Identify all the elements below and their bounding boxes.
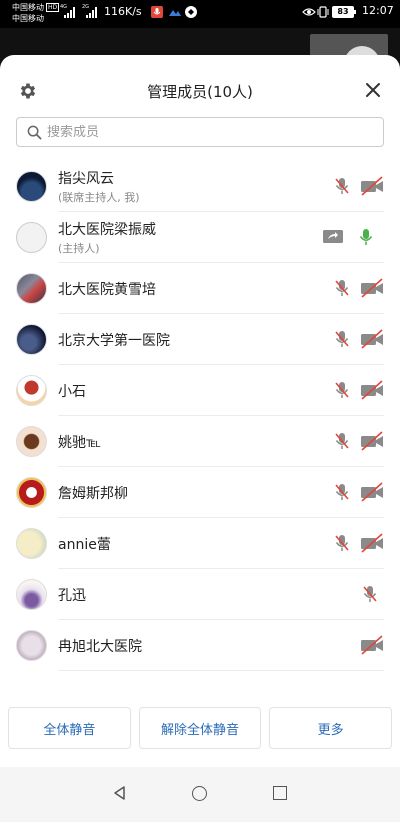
eye-comfort-icon bbox=[302, 8, 316, 16]
member-name: 孔迅 bbox=[58, 588, 86, 604]
mic-on-icon[interactable] bbox=[356, 227, 376, 247]
sheet-title: 管理成员(10人) bbox=[147, 83, 253, 101]
mic-muted-icon[interactable] bbox=[332, 176, 352, 196]
avatar bbox=[16, 222, 47, 253]
member-row[interactable]: 北大医院黄雪培 bbox=[0, 263, 400, 314]
member-row[interactable]: 指尖风云 (联席主持人, 我) bbox=[0, 161, 400, 212]
search-box[interactable] bbox=[16, 117, 384, 147]
member-name: 指尖风云 bbox=[58, 171, 114, 187]
unmute-all-button[interactable]: 解除全体静音 bbox=[138, 707, 262, 749]
hd-badge: HD bbox=[46, 3, 60, 12]
network-speed: 116K/s bbox=[104, 5, 142, 18]
search-input[interactable] bbox=[47, 124, 217, 140]
member-name: 北大医院梁振威 bbox=[58, 222, 156, 238]
app-badge-icon bbox=[185, 6, 197, 18]
camera-off-icon[interactable] bbox=[360, 533, 384, 553]
signal-bars-1-icon bbox=[64, 6, 75, 18]
camera-off-icon[interactable] bbox=[360, 278, 384, 298]
recording-mic-icon bbox=[151, 6, 163, 18]
sheet-header: 管理成员(10人) bbox=[0, 55, 400, 125]
member-row[interactable]: 北大医院梁振威 (主持人) bbox=[0, 212, 400, 263]
avatar bbox=[16, 273, 47, 304]
mic-muted-icon[interactable] bbox=[332, 431, 352, 451]
battery-icon: 83 bbox=[332, 6, 356, 18]
member-name: annie蕾 bbox=[58, 537, 111, 553]
avatar bbox=[16, 426, 47, 457]
member-name: 北大医院黄雪培 bbox=[58, 282, 156, 298]
avatar bbox=[16, 528, 47, 559]
mic-muted-icon[interactable] bbox=[332, 278, 352, 298]
camera-off-icon[interactable] bbox=[360, 431, 384, 451]
camera-off-icon[interactable] bbox=[360, 380, 384, 400]
member-name: 小石 bbox=[58, 384, 86, 400]
home-icon[interactable] bbox=[192, 786, 207, 801]
close-icon[interactable] bbox=[364, 81, 382, 99]
vibrate-icon bbox=[317, 6, 329, 18]
avatar bbox=[16, 579, 47, 610]
member-name: 詹姆斯邦柳 bbox=[58, 486, 128, 502]
app-notification-icon bbox=[169, 10, 181, 16]
system-nav-bar bbox=[0, 767, 400, 822]
camera-off-icon[interactable] bbox=[360, 482, 384, 502]
member-list: 指尖风云 (联席主持人, 我) 北大医院梁振威 (主持人) 北大医院黄雪培 北京大学第一医… bbox=[0, 161, 400, 671]
back-icon[interactable] bbox=[112, 785, 128, 801]
avatar bbox=[16, 324, 47, 355]
avatar bbox=[16, 630, 47, 661]
mute-all-button[interactable]: 全体静音 bbox=[8, 707, 131, 749]
mic-muted-icon[interactable] bbox=[332, 329, 352, 349]
member-name: 冉旭北大医院 bbox=[58, 639, 142, 655]
signal-bars-2-icon bbox=[86, 6, 97, 18]
search-icon bbox=[27, 125, 42, 139]
bottom-action-bar: 全体静音 解除全体静音 更多 bbox=[0, 707, 400, 751]
member-row[interactable]: 北京大学第一医院 bbox=[0, 314, 400, 365]
mic-muted-icon[interactable] bbox=[332, 380, 352, 400]
member-role: (主持人) bbox=[58, 242, 100, 255]
camera-off-icon[interactable] bbox=[360, 329, 384, 349]
clock: 12:07 bbox=[362, 4, 394, 17]
camera-off-icon[interactable] bbox=[360, 176, 384, 196]
avatar bbox=[16, 477, 47, 508]
avatar bbox=[16, 375, 47, 406]
more-button[interactable]: 更多 bbox=[269, 707, 393, 749]
mic-muted-icon[interactable] bbox=[360, 584, 380, 604]
mic-muted-icon[interactable] bbox=[332, 482, 352, 502]
member-row[interactable]: 孔迅 bbox=[0, 569, 400, 620]
member-row[interactable]: 冉旭北大医院 bbox=[0, 620, 400, 671]
member-name: 姚驰℡ bbox=[58, 435, 102, 451]
mic-muted-icon[interactable] bbox=[332, 533, 352, 553]
carrier-2: 中国移动 bbox=[12, 14, 44, 23]
member-name: 北京大学第一医院 bbox=[58, 333, 170, 349]
status-bar: 中国移动 中国移动 HD 4G 2G 116K/s 83 12:07 bbox=[0, 0, 400, 28]
member-management-sheet: 管理成员(10人) 指尖风云(联席主持人, 我)北大医院梁振威(主持人)北大医院… bbox=[0, 55, 400, 767]
member-row[interactable]: 小石 bbox=[0, 365, 400, 416]
member-row[interactable]: 詹姆斯邦柳 bbox=[0, 467, 400, 518]
member-row[interactable]: annie蕾 bbox=[0, 518, 400, 569]
recent-apps-icon[interactable] bbox=[273, 786, 287, 800]
screen-share-icon[interactable] bbox=[322, 227, 344, 247]
avatar bbox=[16, 171, 47, 202]
camera-off-icon[interactable] bbox=[360, 635, 384, 655]
member-row[interactable]: 姚驰℡ bbox=[0, 416, 400, 467]
carrier-1: 中国移动 bbox=[12, 3, 44, 12]
member-role: (联席主持人, 我) bbox=[58, 191, 140, 204]
